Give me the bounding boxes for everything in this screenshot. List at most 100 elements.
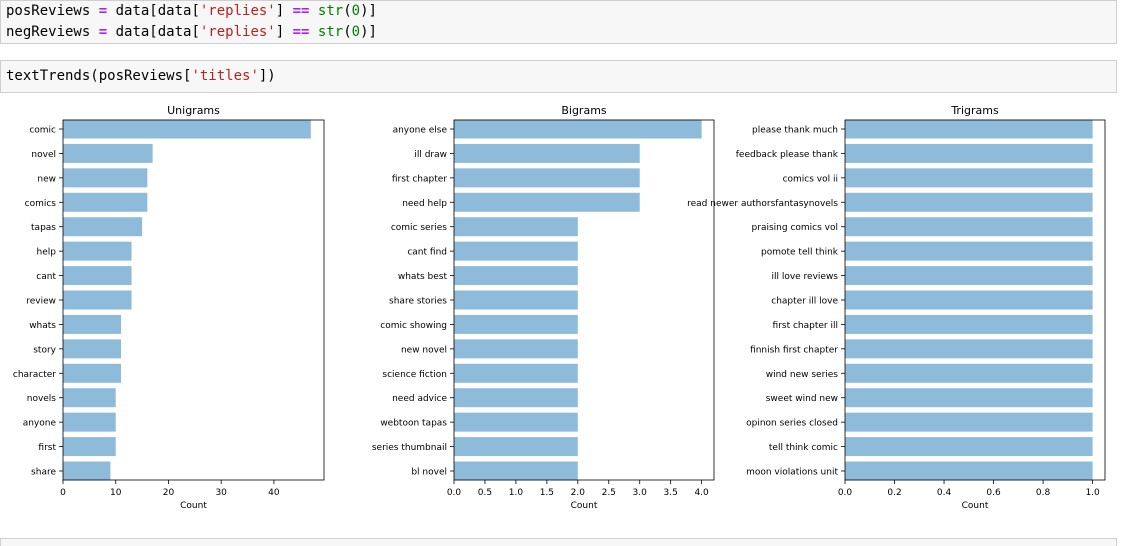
bar	[845, 412, 1093, 432]
bar	[454, 143, 640, 163]
bar	[454, 412, 578, 432]
category-label: cant find	[407, 248, 447, 258]
category-label: first chapter ill	[773, 321, 838, 331]
chart-title: Bigrams	[561, 104, 607, 117]
bar	[454, 290, 578, 310]
chart-unigrams: Unigrams comic novel new comics tapas help cant…	[13, 104, 325, 511]
category-label: first	[38, 443, 56, 453]
bar	[63, 217, 143, 237]
x-tick-label: 3.0	[633, 488, 648, 498]
category-label: need advice	[392, 394, 447, 404]
category-label: new novel	[401, 345, 447, 355]
x-tick-label: 20	[163, 488, 175, 498]
category-label: story	[33, 345, 56, 355]
category-label: bl novel	[411, 468, 447, 478]
x-tick-label: 30	[215, 488, 227, 498]
bar	[845, 290, 1093, 310]
code-line-3: textTrends(posReviews['titles'])	[6, 68, 276, 84]
category-label: share	[31, 468, 56, 478]
bar	[845, 192, 1093, 212]
chart-title: Trigrams	[950, 104, 999, 117]
bar	[845, 217, 1093, 237]
bar	[454, 266, 578, 286]
category-label: comics vol ii	[783, 174, 838, 184]
category-label: opinon series closed	[746, 419, 838, 429]
bar	[845, 119, 1093, 139]
chart-trigrams: Trigrams please thank much feedback please…	[687, 104, 1106, 511]
code-line-2: negReviews = data[data['replies'] == str…	[6, 24, 377, 40]
bar	[845, 266, 1093, 286]
bar	[63, 339, 121, 359]
bar	[454, 217, 578, 237]
x-tick-label: 40	[268, 488, 280, 498]
category-label: whats	[29, 321, 56, 331]
category-label: comic series	[391, 223, 447, 233]
category-label: need help	[402, 199, 447, 209]
x-axis-label: Count	[962, 501, 989, 511]
bar	[454, 314, 578, 334]
bar	[845, 314, 1093, 334]
category-label: novels	[27, 394, 57, 404]
category-label: feedback please thank	[736, 150, 839, 160]
category-label: chapter ill love	[771, 297, 838, 307]
bar	[63, 192, 148, 212]
category-label: comics	[25, 199, 57, 209]
category-label: help	[37, 248, 57, 258]
x-tick-label: 1.0	[1085, 488, 1100, 498]
code-cell-1[interactable]: posReviews = data[data['replies'] == str…	[0, 0, 1117, 44]
category-label: first chapter	[392, 174, 447, 184]
category-label: sweet wind new	[766, 394, 838, 404]
bar	[63, 437, 116, 457]
category-label: whats best	[398, 272, 448, 282]
category-label: praising comics vol	[752, 223, 838, 233]
code-line-1: posReviews = data[data['replies'] == str…	[6, 3, 377, 19]
category-label: science fiction	[382, 370, 447, 380]
category-label: read newer authorsfantasynovels	[687, 199, 838, 209]
category-label: comic showing	[380, 321, 447, 331]
x-tick-label: 0	[60, 488, 66, 498]
bar	[454, 461, 578, 481]
bar	[845, 143, 1093, 163]
category-label: moon violations unit	[746, 468, 838, 478]
category-label: series thumbnail	[372, 443, 447, 453]
bar	[845, 168, 1093, 188]
bar	[454, 437, 578, 457]
bar	[454, 241, 578, 261]
bar	[63, 266, 132, 286]
bar	[63, 314, 121, 334]
x-tick-label: 10	[110, 488, 122, 498]
category-label: ill draw	[414, 150, 447, 160]
category-label: cant	[36, 272, 56, 282]
category-label: share stories	[389, 297, 447, 307]
bar	[454, 388, 578, 408]
category-label: novel	[31, 150, 56, 160]
x-tick-label: 1.0	[509, 488, 524, 498]
chart-title: Unigrams	[167, 104, 220, 117]
bar	[63, 143, 153, 163]
category-label: tell think comic	[769, 443, 838, 453]
bar	[845, 388, 1093, 408]
category-label: anyone else	[393, 126, 448, 136]
code-cell-2[interactable]: textTrends(posReviews['titles'])	[0, 60, 1117, 93]
bar	[845, 363, 1093, 383]
x-tick-label: 3.5	[664, 488, 678, 498]
category-label: tapas	[31, 223, 56, 233]
bar	[845, 241, 1093, 261]
empty-next-cell[interactable]	[0, 538, 1117, 546]
x-tick-label: 2.5	[602, 488, 616, 498]
x-axis-label: Count	[180, 501, 207, 511]
x-tick-label: 0.0	[447, 488, 462, 498]
category-label: anyone	[23, 419, 57, 429]
category-label: pomote tell think	[761, 248, 839, 258]
x-tick-label: 0.2	[887, 488, 901, 498]
x-tick-label: 0.6	[986, 488, 1001, 498]
category-label: review	[26, 297, 56, 307]
x-tick-label: 0.0	[838, 488, 853, 498]
bar	[63, 241, 132, 261]
ngram-charts-output: Unigrams comic novel new comics tapas help cant…	[13, 104, 1106, 511]
bar	[63, 363, 121, 383]
x-tick-label: 1.5	[540, 488, 554, 498]
bar	[845, 461, 1093, 481]
category-label: finnish first chapter	[750, 345, 838, 355]
category-label: comic	[29, 126, 56, 136]
